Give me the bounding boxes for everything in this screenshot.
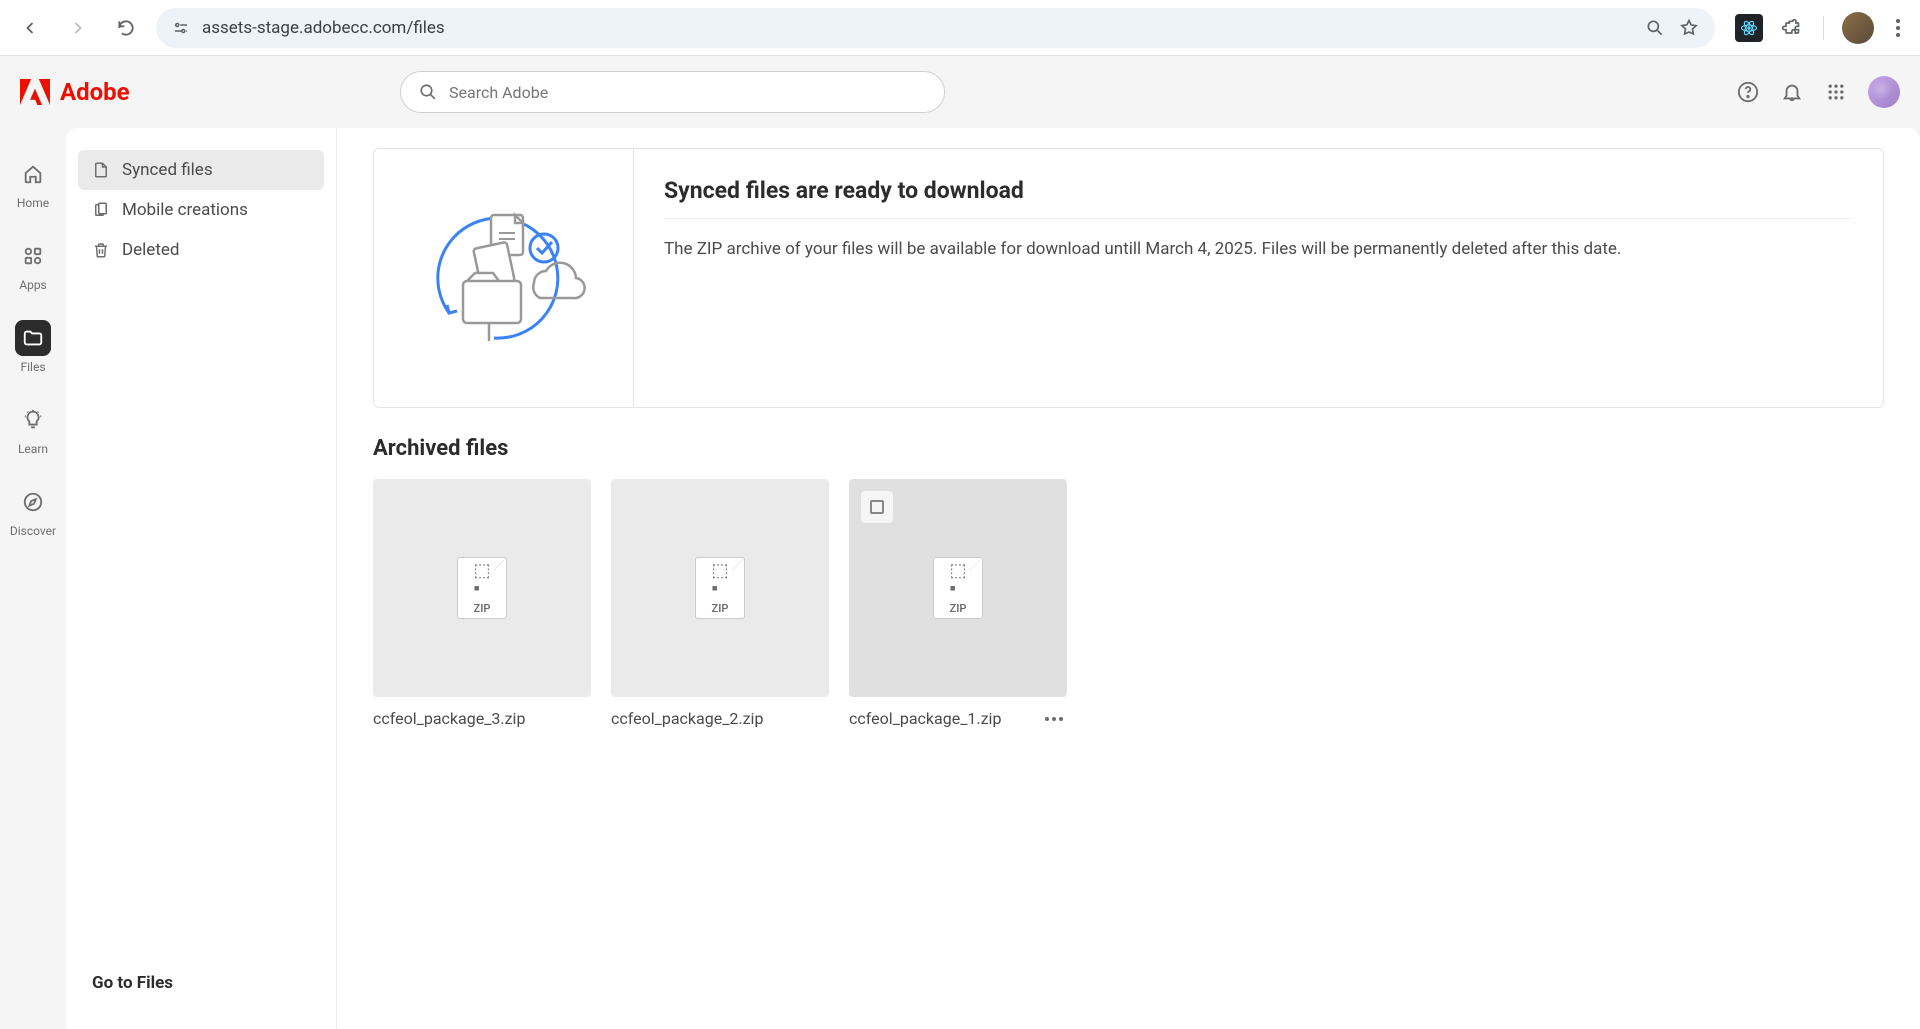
user-avatar[interactable]: [1868, 76, 1900, 108]
file-card: ⬚▪ ZIP ccfeol_package_3.zip: [373, 479, 591, 728]
adobe-logo[interactable]: Adobe: [20, 78, 400, 106]
compass-icon: [22, 491, 44, 513]
file-icon: [92, 161, 110, 179]
zip-file-icon: ⬚▪ ZIP: [695, 557, 745, 619]
zip-file-icon: ⬚▪ ZIP: [933, 557, 983, 619]
archived-files-heading: Archived files: [373, 436, 1884, 461]
apps-icon: [22, 245, 44, 267]
home-icon: [22, 163, 44, 185]
browser-profile-avatar[interactable]: [1842, 12, 1874, 44]
rail-item-discover[interactable]: Discover: [10, 484, 56, 538]
toolbar-divider: [1823, 16, 1824, 40]
file-card: ⬚▪ ZIP ccfeol_package_1.zip: [849, 479, 1067, 728]
bookmark-star-icon[interactable]: [1679, 18, 1699, 38]
file-thumbnail[interactable]: ⬚▪ ZIP: [611, 479, 829, 697]
sidebar-item-label: Mobile creations: [122, 200, 248, 220]
file-name: ccfeol_package_3.zip: [373, 709, 525, 728]
sidebar-item-synced-files[interactable]: Synced files: [78, 150, 324, 190]
zoom-icon[interactable]: [1645, 18, 1665, 38]
browser-menu-button[interactable]: [1888, 19, 1908, 37]
site-settings-icon[interactable]: [172, 19, 190, 37]
rail-label: Files: [20, 360, 45, 374]
file-name: ccfeol_package_1.zip: [849, 709, 1001, 728]
download-banner: Synced files are ready to download The Z…: [373, 148, 1884, 408]
back-button[interactable]: [12, 10, 48, 46]
url-text: assets-stage.adobecc.com/files: [202, 18, 1633, 38]
rail-item-learn[interactable]: Learn: [15, 402, 51, 456]
banner-title: Synced files are ready to download: [664, 177, 1853, 219]
search-icon: [419, 83, 437, 101]
file-grid: ⬚▪ ZIP ccfeol_package_3.zip ⬚▪ ZIP: [373, 479, 1884, 728]
left-rail: Home Apps Files Learn Discover: [0, 128, 66, 1029]
notifications-icon[interactable]: [1780, 80, 1804, 104]
rail-item-home[interactable]: Home: [15, 156, 51, 210]
file-thumbnail[interactable]: ⬚▪ ZIP: [373, 479, 591, 697]
search-input[interactable]: [449, 83, 926, 102]
sidebar-item-mobile-creations[interactable]: Mobile creations: [78, 190, 324, 230]
mobile-icon: [92, 201, 110, 219]
help-icon[interactable]: [1736, 80, 1760, 104]
rail-label: Apps: [19, 278, 47, 292]
sidebar-item-deleted[interactable]: Deleted: [78, 230, 324, 270]
file-name: ccfeol_package_2.zip: [611, 709, 763, 728]
main-content: Synced files are ready to download The Z…: [336, 128, 1920, 1029]
sidebar: Synced files Mobile creations Deleted Go…: [66, 128, 336, 1029]
browser-toolbar: assets-stage.adobecc.com/files: [0, 0, 1920, 56]
rail-item-apps[interactable]: Apps: [15, 238, 51, 292]
sidebar-item-label: Synced files: [122, 160, 213, 180]
rail-label: Discover: [10, 524, 56, 538]
banner-illustration: [374, 149, 634, 407]
file-select-checkbox[interactable]: [861, 491, 893, 523]
app-switcher-icon[interactable]: [1824, 80, 1848, 104]
rail-item-files[interactable]: Files: [15, 320, 51, 374]
rail-label: Home: [17, 196, 49, 210]
extension-react-icon[interactable]: [1735, 14, 1763, 42]
rail-label: Learn: [18, 442, 48, 456]
zip-file-icon: ⬚▪ ZIP: [457, 557, 507, 619]
extensions-puzzle-icon[interactable]: [1777, 14, 1805, 42]
adobe-logo-icon: [20, 78, 50, 106]
sidebar-item-label: Deleted: [122, 240, 179, 260]
go-to-files-link[interactable]: Go to Files: [78, 959, 324, 1007]
file-thumbnail[interactable]: ⬚▪ ZIP: [849, 479, 1067, 697]
app-header: Adobe: [0, 56, 1920, 128]
file-more-actions-button[interactable]: [1041, 713, 1067, 725]
folder-icon: [22, 327, 44, 349]
reload-button[interactable]: [108, 10, 144, 46]
banner-body: The ZIP archive of your files will be av…: [664, 237, 1853, 263]
address-bar[interactable]: assets-stage.adobecc.com/files: [156, 8, 1715, 48]
file-card: ⬚▪ ZIP ccfeol_package_2.zip: [611, 479, 829, 728]
adobe-logo-text: Adobe: [60, 78, 130, 106]
lightbulb-icon: [22, 409, 44, 431]
trash-icon: [92, 241, 110, 259]
search-box[interactable]: [400, 71, 945, 113]
forward-button[interactable]: [60, 10, 96, 46]
